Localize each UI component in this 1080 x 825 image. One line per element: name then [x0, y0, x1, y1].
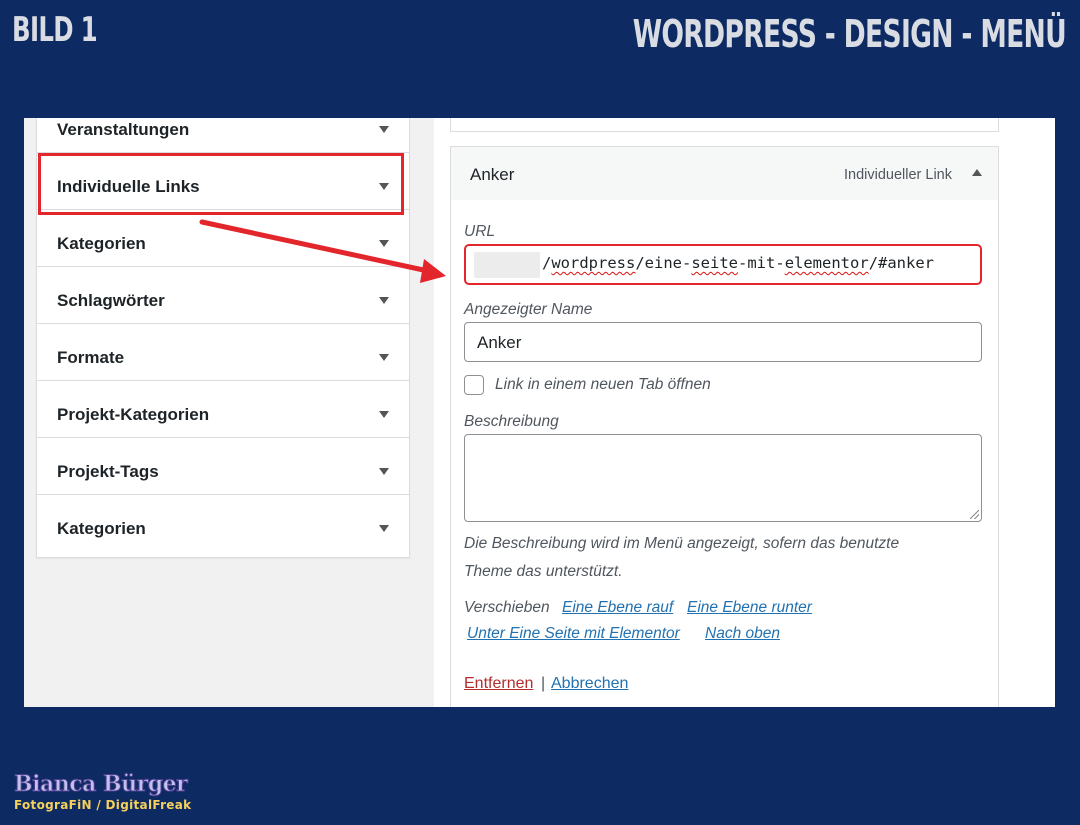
accordion-section-projekt-tags[interactable]: Projekt-Tags	[37, 438, 409, 495]
accordion-section-label: Projekt-Kategorien	[57, 405, 210, 424]
new-tab-checkbox[interactable]	[464, 375, 484, 395]
previous-menu-item	[450, 118, 999, 132]
name-input[interactable]: Anker	[464, 322, 982, 362]
move-under-link[interactable]: Unter Eine Seite mit Elementor	[467, 625, 680, 643]
remove-link[interactable]: Entfernen	[464, 675, 533, 693]
move-down-link[interactable]: Eine Ebene runter	[687, 599, 812, 617]
caret-down-icon[interactable]	[379, 468, 389, 475]
caret-down-icon[interactable]	[379, 354, 389, 361]
menu-item-type: Individueller Link	[843, 167, 952, 183]
name-label: Angezeigter Name	[464, 301, 593, 318]
menu-structure-panel: Anker Individueller Link URL /wordpress/…	[434, 118, 1055, 707]
url-input[interactable]: /wordpress/eine-seite-mit-elementor/#ank…	[464, 244, 982, 285]
caret-down-icon[interactable]	[379, 126, 389, 133]
accordion-section-schlagwoerter[interactable]: Schlagwörter	[37, 267, 409, 324]
menu-item-title: Anker	[470, 165, 515, 184]
logo-name: Bianca Bürger	[13, 771, 188, 798]
accordion-section-label: Kategorien	[57, 234, 146, 253]
caret-down-icon[interactable]	[379, 240, 389, 247]
resize-grip-icon[interactable]	[970, 510, 979, 519]
page-title: WORDPRESS - DESIGN - MENÜ	[632, 12, 1067, 56]
description-textarea[interactable]	[464, 434, 982, 522]
description-help-line-2: Theme das unterstützt.	[464, 563, 623, 580]
caret-down-icon[interactable]	[379, 297, 389, 304]
caret-down-icon[interactable]	[379, 411, 389, 418]
accordion-section-label: Veranstaltungen	[57, 120, 190, 139]
accordion-section-kategorien-2[interactable]: Kategorien	[37, 495, 409, 552]
image-number-label: BILD 1	[12, 10, 98, 50]
accordion-section-kategorien[interactable]: Kategorien	[37, 210, 409, 267]
url-value: /wordpress/eine-seite-mit-elementor/#ank…	[542, 254, 935, 272]
accordion-section-label: Kategorien	[57, 519, 146, 538]
blurred-domain	[474, 252, 540, 278]
caret-down-icon[interactable]	[379, 525, 389, 532]
menu-item-header[interactable]: Anker Individueller Link	[450, 146, 999, 201]
move-label: Verschieben	[464, 599, 550, 616]
logo: Bianca Bürger FotograFiN / DigitalFreak	[13, 771, 192, 813]
name-value: Anker	[477, 333, 522, 352]
accordion-section-label: Formate	[57, 348, 125, 367]
accordion-section-formate[interactable]: Formate	[37, 324, 409, 381]
accordion-section-label: Projekt-Tags	[57, 462, 159, 481]
move-up-link[interactable]: Eine Ebene rauf	[562, 599, 673, 617]
description-help-line-1: Die Beschreibung wird im Menü angezeigt,…	[464, 535, 900, 552]
accordion-section-veranstaltungen[interactable]: Veranstaltungen	[37, 118, 409, 153]
accordion-section-label: Schlagwörter	[57, 291, 165, 310]
new-tab-label[interactable]: Link in einem neuen Tab öffnen	[495, 376, 711, 394]
highlight-box	[38, 153, 404, 215]
url-label: URL	[464, 223, 496, 240]
logo-subtitle: FotograFiN / DigitalFreak	[14, 798, 192, 812]
description-label: Beschreibung	[464, 413, 559, 430]
move-to-top-link[interactable]: Nach oben	[705, 625, 780, 643]
action-separator: |	[541, 675, 546, 692]
cancel-link[interactable]: Abbrechen	[551, 675, 628, 693]
caret-up-icon[interactable]	[972, 169, 982, 176]
accordion-section-projekt-kategorien[interactable]: Projekt-Kategorien	[37, 381, 409, 438]
screenshot-panel: Veranstaltungen Individuelle Links Kateg…	[24, 118, 1055, 707]
